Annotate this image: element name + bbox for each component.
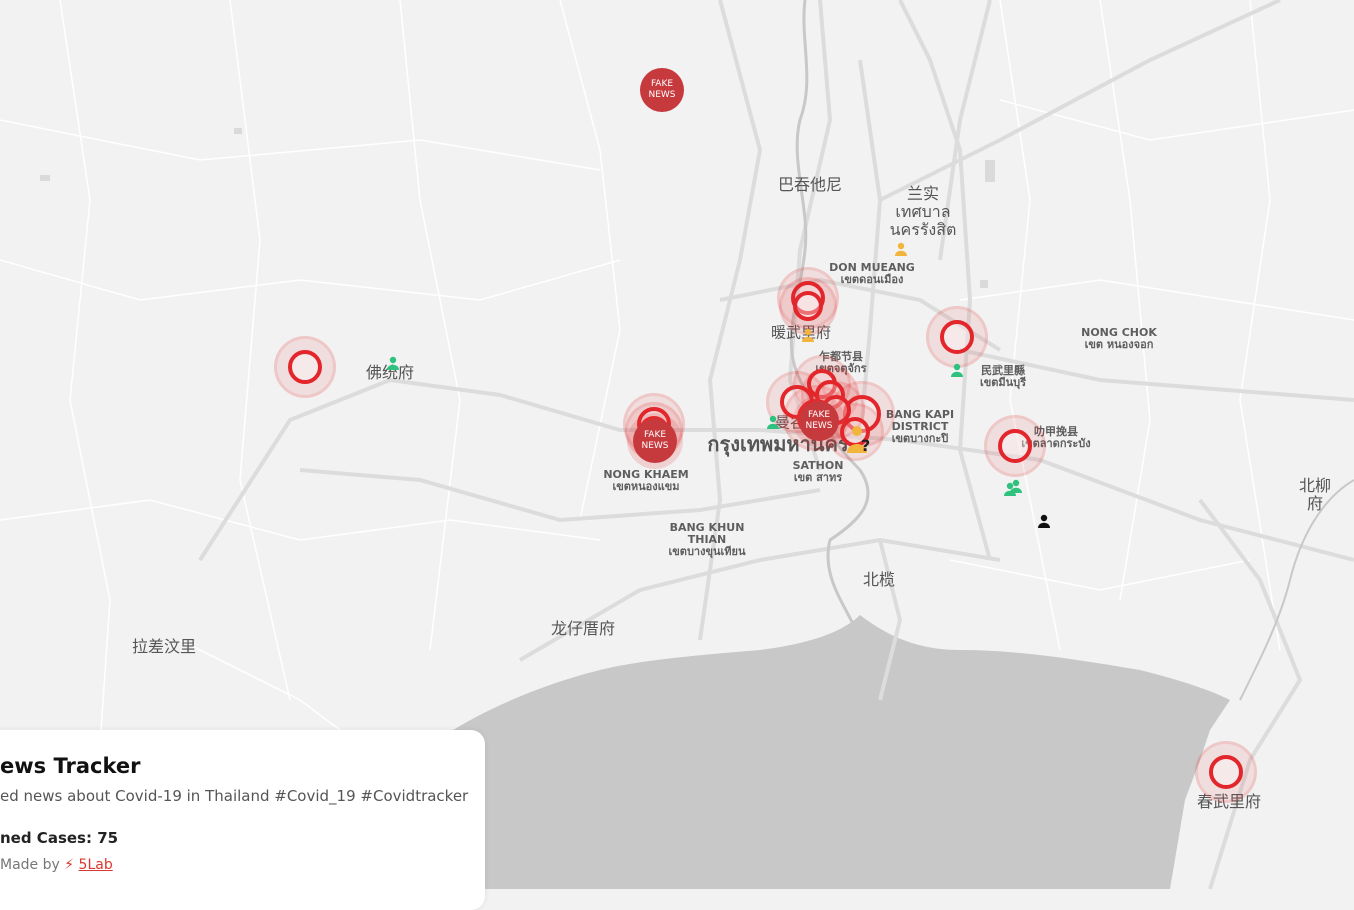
unknown-person-icon[interactable]	[895, 242, 907, 256]
confirmed-cases-count: ned Cases: 75	[0, 829, 119, 847]
app-title: ews Tracker	[0, 754, 141, 778]
recovered-person-icon[interactable]	[387, 356, 399, 370]
recovered-person-icon[interactable]	[951, 363, 963, 377]
case-marker[interactable]	[288, 350, 322, 384]
warning-person-icon: ?	[847, 426, 870, 455]
case-marker[interactable]	[998, 429, 1032, 463]
recovered-person-icon[interactable]	[767, 415, 779, 429]
case-marker[interactable]	[940, 320, 974, 354]
5lab-link[interactable]: 5Lab	[79, 857, 113, 873]
made-by-credit: Made by ⚡ 5Lab	[0, 857, 113, 873]
made-by-label: Made by	[0, 857, 60, 873]
unknown-person-icon[interactable]	[802, 328, 814, 342]
app-subtitle: ed news about Covid-19 in Thailand #Covi…	[0, 787, 469, 805]
lightning-icon: ⚡	[64, 857, 75, 873]
case-marker[interactable]	[793, 291, 823, 321]
other-person-icon[interactable]	[1038, 514, 1050, 528]
unknown-source-marker[interactable]: ?	[843, 423, 879, 457]
unknown-symbol: ?	[861, 436, 870, 455]
recovered-person-icon[interactable]	[1010, 479, 1022, 493]
fake-news-marker[interactable]: FAKE NEWS	[640, 68, 684, 112]
info-panel: ews Tracker ed news about Covid-19 in Th…	[0, 730, 485, 910]
fake-news-marker[interactable]: FAKE NEWS	[799, 401, 839, 441]
case-marker[interactable]	[1209, 755, 1243, 789]
fake-news-marker[interactable]: FAKE NEWS	[633, 419, 677, 463]
